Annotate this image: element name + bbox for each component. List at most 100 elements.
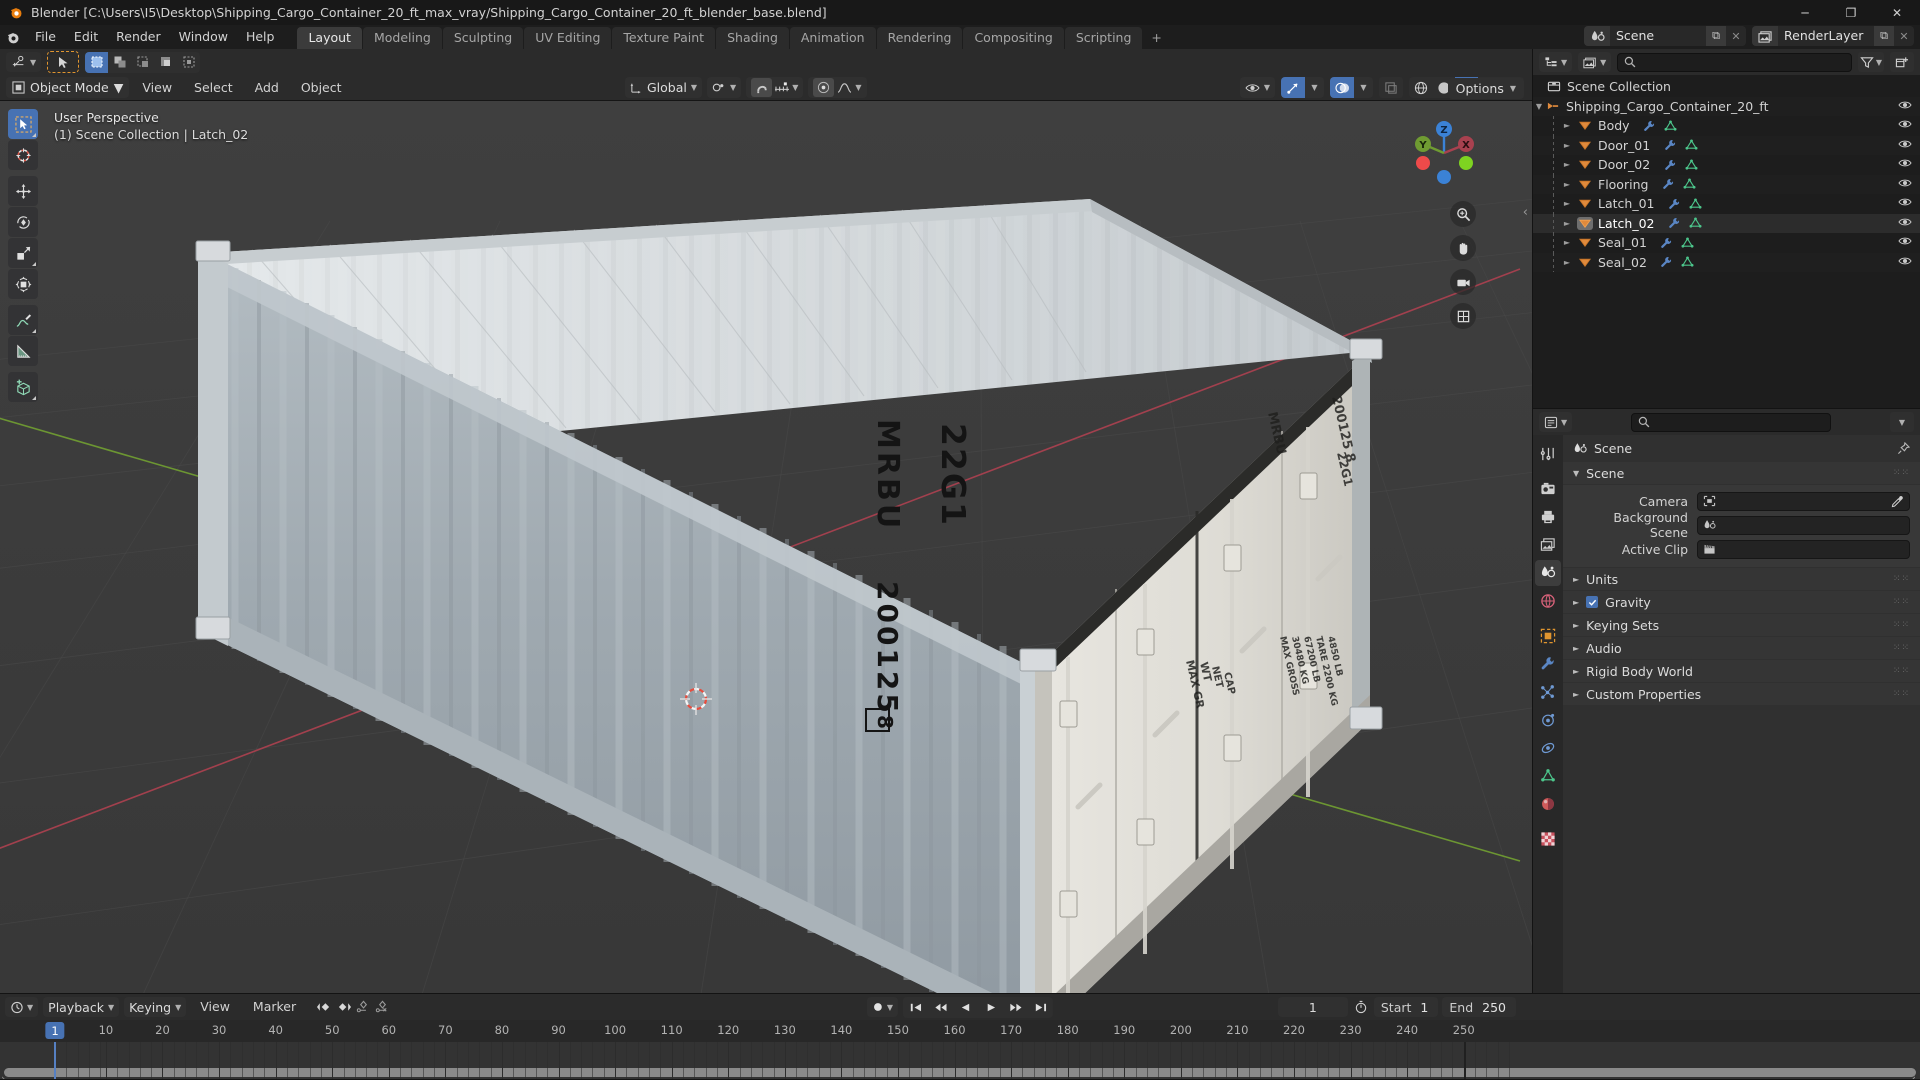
tool-scale[interactable]	[8, 238, 38, 268]
object-visibility-icon[interactable]	[1898, 235, 1912, 250]
tool-add-cube[interactable]	[8, 372, 38, 402]
timeline-menu-view[interactable]: View	[191, 997, 239, 1017]
mesh-data-icon[interactable]	[1680, 256, 1696, 268]
select-intersect-button[interactable]	[177, 52, 200, 73]
modifier-wrench-icon[interactable]	[1660, 178, 1676, 190]
zoom-icon[interactable]	[1450, 201, 1476, 227]
tab-output[interactable]	[1535, 504, 1561, 530]
menu-window[interactable]: Window	[170, 27, 237, 47]
play-reverse-icon[interactable]	[953, 997, 978, 1018]
timeline-menu-marker[interactable]: Marker	[244, 997, 305, 1017]
mesh-data-icon[interactable]	[1683, 139, 1699, 151]
playback-menu[interactable]: Playback ▼	[43, 997, 120, 1017]
camera-field[interactable]	[1697, 491, 1910, 511]
outliner-display-mode-button[interactable]: ▼	[1578, 52, 1612, 72]
tool-tweak-select[interactable]	[8, 109, 38, 139]
keying-menu[interactable]: Keying ▼	[124, 997, 187, 1017]
jump-to-keyframe-next-icon[interactable]	[336, 1000, 352, 1014]
timeline-horizontal-scrollbar[interactable]	[4, 1068, 1916, 1077]
auto-key-timer-icon[interactable]	[1352, 1000, 1370, 1014]
pivot-point-selector[interactable]: ▼	[707, 77, 742, 98]
modifier-wrench-icon[interactable]	[1659, 237, 1675, 249]
tool-cursor[interactable]	[8, 140, 38, 170]
gravity-checkbox[interactable]	[1586, 596, 1599, 608]
jump-to-start-icon[interactable]	[903, 997, 928, 1018]
viewport-menu-select[interactable]: Select	[185, 78, 242, 98]
timeline-left-arrow-icon[interactable]: ›	[1, 1072, 6, 1079]
overlays-icon[interactable]	[1330, 77, 1354, 98]
tool-move[interactable]	[8, 176, 38, 206]
tab-object-data[interactable]	[1535, 763, 1561, 789]
tool-transform[interactable]	[8, 269, 38, 299]
tab-sculpting[interactable]: Sculpting	[442, 27, 524, 49]
jump-to-keyframe-prev-icon[interactable]	[316, 1000, 332, 1014]
background-scene-field[interactable]	[1697, 515, 1910, 535]
tab-modifiers[interactable]	[1535, 651, 1561, 677]
sidebar-toggle-arrow-icon[interactable]: ‹	[1523, 205, 1528, 220]
proportional-editing-controls[interactable]: ▼	[808, 77, 867, 98]
select-extend-button[interactable]	[108, 52, 131, 73]
mesh-data-icon[interactable]	[1683, 159, 1699, 171]
object-visibility-icon[interactable]	[1898, 177, 1912, 192]
panel-header-custom-properties[interactable]: ► Custom Properties ⁙⁙	[1563, 683, 1920, 705]
outliner-row-collection[interactable]: ▼ Shipping_Cargo_Container_20_ft	[1533, 96, 1920, 116]
menu-render[interactable]: Render	[107, 27, 170, 47]
tab-compositing[interactable]: Compositing	[963, 27, 1064, 49]
panel-header-keying-sets[interactable]: ► Keying Sets ⁙⁙	[1563, 614, 1920, 636]
add-workspace-button[interactable]: +	[1143, 27, 1169, 49]
chevron-down-icon[interactable]: ▼	[1305, 77, 1324, 98]
active-clip-field[interactable]	[1697, 539, 1910, 559]
active-tool-chip[interactable]: ▼	[6, 52, 42, 72]
tab-render[interactable]	[1535, 476, 1561, 502]
object-visibility-icon[interactable]	[1898, 118, 1912, 133]
viewlayer-selector[interactable]: RenderLayer ⧉ ✕	[1752, 26, 1914, 46]
snap-controls[interactable]: ▼	[746, 77, 804, 98]
mesh-data-icon[interactable]	[1687, 217, 1703, 229]
keyframe-type-selector[interactable]: ▼	[866, 997, 899, 1017]
tab-constraints[interactable]	[1535, 735, 1561, 761]
scene-selector[interactable]: Scene ⧉ ✕	[1584, 26, 1746, 46]
viewport-canvas[interactable]: MRBU 200125 8 22G1 MRBU 200125 8 22G1 MA…	[0, 101, 1532, 993]
eyedropper-icon[interactable]	[1891, 495, 1904, 508]
tool-annotate[interactable]	[8, 305, 38, 335]
expand-triangle-icon[interactable]: ►	[1561, 258, 1573, 267]
panel-header-gravity[interactable]: ► Gravity ⁙⁙	[1563, 591, 1920, 613]
modifier-wrench-icon[interactable]	[1666, 217, 1682, 229]
tab-tool[interactable]	[1535, 441, 1561, 467]
tab-physics[interactable]	[1535, 707, 1561, 733]
next-keyframe-icon[interactable]	[1003, 997, 1028, 1018]
expand-triangle-icon[interactable]: ►	[1561, 141, 1573, 150]
menu-help[interactable]: Help	[237, 27, 284, 47]
minimize-button[interactable]: ─	[1782, 0, 1828, 25]
delete-keyframe-icon[interactable]	[375, 1000, 390, 1014]
mode-selector[interactable]: Object Mode ▼	[6, 77, 130, 98]
modifier-wrench-icon[interactable]	[1642, 120, 1658, 132]
properties-search[interactable]	[1631, 412, 1832, 432]
object-visibility-icon[interactable]	[1898, 216, 1912, 231]
expand-triangle-icon[interactable]: ▼	[1533, 102, 1545, 111]
timeline-playhead-badge[interactable]: 1	[45, 1022, 65, 1039]
tab-view-layer[interactable]	[1535, 532, 1561, 558]
new-collection-button[interactable]	[1890, 52, 1914, 72]
outliner-row-object[interactable]: ► Seal_02	[1533, 252, 1920, 272]
outliner-row-object[interactable]: ► Flooring	[1533, 174, 1920, 194]
magnet-icon[interactable]	[751, 78, 773, 97]
timeline-track[interactable]: › ‹	[0, 1042, 1920, 1079]
proportional-editing-icon[interactable]	[813, 78, 835, 97]
navigation-gizmo[interactable]: Z X Y	[1408, 117, 1480, 189]
blender-menu-icon[interactable]	[0, 26, 26, 48]
start-frame-field[interactable]: Start 1	[1373, 997, 1439, 1017]
outliner-row-object[interactable]: ► Door_02	[1533, 155, 1920, 175]
xray-toggle-button[interactable]	[1379, 77, 1403, 98]
outliner-row-object[interactable]: ► Latch_01	[1533, 194, 1920, 214]
close-button[interactable]: ✕	[1874, 0, 1920, 25]
select-tool-button[interactable]	[47, 51, 80, 73]
outliner-tree[interactable]: Scene Collection ▼ Shipping_Cargo_Contai…	[1533, 75, 1920, 408]
pan-hand-icon[interactable]	[1450, 235, 1476, 261]
collection-visibility-icon[interactable]	[1898, 99, 1912, 114]
menu-file[interactable]: File	[26, 27, 65, 47]
previous-keyframe-icon[interactable]	[928, 997, 953, 1018]
viewport-visibility-selector[interactable]: ▼	[1239, 77, 1275, 98]
tab-scripting[interactable]: Scripting	[1064, 27, 1143, 49]
expand-triangle-icon[interactable]: ►	[1561, 160, 1573, 169]
